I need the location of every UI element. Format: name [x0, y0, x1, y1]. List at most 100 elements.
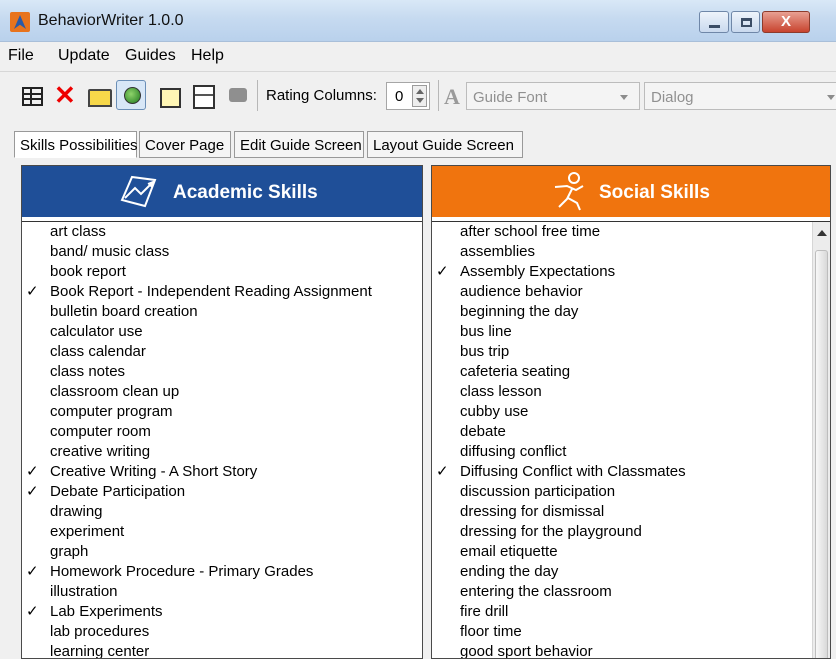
list-item[interactable]: audience behavior — [432, 282, 830, 302]
close-icon: X — [781, 13, 792, 30]
list-item[interactable]: graph — [22, 542, 422, 562]
list-item[interactable]: calculator use — [22, 322, 422, 342]
list-item[interactable]: ✓ Diffusing Conflict with Classmates — [432, 462, 830, 482]
menu-update[interactable]: Update — [58, 47, 110, 65]
delete-icon[interactable]: ✕ — [54, 82, 76, 108]
social-skills-header: Social Skills — [432, 166, 830, 217]
rating-columns-stepper[interactable]: 0 — [386, 82, 430, 110]
social-skills-list[interactable]: after school free time assemblies ✓ Assembl… — [432, 221, 830, 658]
list-item[interactable]: ending the day — [432, 562, 830, 582]
list-item[interactable]: after school free time — [432, 222, 830, 242]
tab-skills-possibilities[interactable]: Skills Possibilities — [14, 131, 138, 158]
list-item[interactable]: ✓ Book Report - Independent Reading Assig… — [22, 282, 422, 302]
scroll-up-icon[interactable] — [817, 230, 827, 236]
tab-layout-guide-screen[interactable]: Layout Guide Screen — [367, 131, 523, 158]
list-item[interactable]: experiment — [22, 522, 422, 542]
spinner-arrows-icon[interactable] — [412, 85, 427, 107]
list-item[interactable]: beginning the day — [432, 302, 830, 322]
list-item[interactable]: cubby use — [432, 402, 830, 422]
list-item-label: bus trip — [460, 343, 510, 360]
menu-guides[interactable]: Guides — [125, 47, 176, 65]
list-item[interactable]: diffusing conflict — [432, 442, 830, 462]
list-item[interactable]: ✓ Homework Procedure - Primary Grades — [22, 562, 422, 582]
list-item-label: Debate Participation — [50, 483, 186, 500]
list-item[interactable]: band/ music class — [22, 242, 422, 262]
list-item[interactable]: floor time — [432, 622, 830, 642]
list-item-label: bus line — [460, 323, 512, 340]
list-item[interactable]: ✓ Creative Writing - A Short Story — [22, 462, 422, 482]
list-item[interactable]: email etiquette — [432, 542, 830, 562]
list-item[interactable]: bus line — [432, 322, 830, 342]
academic-skills-header: Academic Skills — [22, 166, 422, 217]
chevron-down-icon[interactable] — [827, 95, 835, 100]
guide-font-placeholder: Guide Font — [473, 89, 548, 106]
menu-bar: File Update Guides Help — [0, 43, 836, 69]
list-item[interactable]: bulletin board creation — [22, 302, 422, 322]
list-item[interactable]: good sport behavior — [432, 642, 830, 658]
list-item-label: email etiquette — [460, 543, 558, 560]
folder-icon[interactable] — [158, 83, 181, 108]
list-item[interactable]: cafeteria seating — [432, 362, 830, 382]
tab-edit-guide-screen[interactable]: Edit Guide Screen — [234, 131, 364, 158]
close-button[interactable]: X — [762, 11, 810, 33]
open-folder-icon[interactable] — [86, 83, 112, 107]
list-item-label: cafeteria seating — [460, 363, 571, 380]
list-item[interactable]: assemblies — [432, 242, 830, 262]
maximize-icon — [741, 18, 752, 27]
list-item-label: entering the classroom — [460, 583, 612, 600]
list-item-label: lab procedures — [50, 623, 150, 640]
save-icon[interactable] — [191, 83, 215, 109]
list-item[interactable]: bus trip — [432, 342, 830, 362]
list-item[interactable]: ✓ Assembly Expectations — [432, 262, 830, 282]
behaviorwriter-app-icon — [10, 12, 30, 32]
chevron-down-icon[interactable] — [620, 95, 628, 100]
academic-skills-list[interactable]: art class band/ music class book report ✓ Bo… — [22, 221, 422, 658]
list-item[interactable]: entering the classroom — [432, 582, 830, 602]
list-item[interactable]: classroom clean up — [22, 382, 422, 402]
list-item-label: class calendar — [50, 343, 146, 360]
list-item[interactable]: discussion participation — [432, 482, 830, 502]
font-style-select[interactable]: Dialog — [644, 82, 836, 110]
scrollbar-thumb[interactable] — [815, 250, 828, 658]
list-item-label: dressing for the playground — [460, 523, 642, 540]
menu-help[interactable]: Help — [191, 47, 224, 65]
toolbar: ✕ Rating Columns: 0 A Guide Font Dialog — [0, 71, 836, 121]
list-item[interactable]: drawing — [22, 502, 422, 522]
social-skills-scrollbar[interactable] — [812, 222, 830, 658]
list-item[interactable]: ✓ Debate Participation — [22, 482, 422, 502]
list-item-label: beginning the day — [460, 303, 579, 320]
list-item[interactable]: ✓ Lab Experiments — [22, 602, 422, 622]
list-item[interactable]: dressing for the playground — [432, 522, 830, 542]
minimize-button[interactable] — [699, 11, 729, 33]
print-icon[interactable] — [226, 83, 248, 107]
list-item[interactable]: art class — [22, 222, 422, 242]
list-item[interactable]: computer room — [22, 422, 422, 442]
toolbar-separator — [438, 80, 439, 111]
list-item[interactable]: book report — [22, 262, 422, 282]
tab-cover-page[interactable]: Cover Page — [139, 131, 231, 158]
list-item-label: drawing — [50, 503, 103, 520]
list-item[interactable]: dressing for dismissal — [432, 502, 830, 522]
list-item[interactable]: debate — [432, 422, 830, 442]
list-item[interactable]: illustration — [22, 582, 422, 602]
maximize-button[interactable] — [731, 11, 760, 33]
list-item[interactable]: learning center — [22, 642, 422, 658]
list-item[interactable]: class calendar — [22, 342, 422, 362]
list-item[interactable]: class notes — [22, 362, 422, 382]
guide-font-select[interactable]: Guide Font — [466, 82, 640, 110]
list-item[interactable]: lab procedures — [22, 622, 422, 642]
list-item[interactable]: computer program — [22, 402, 422, 422]
list-item-label: discussion participation — [460, 483, 616, 500]
refresh-icon[interactable] — [116, 80, 146, 110]
list-item[interactable]: class lesson — [432, 382, 830, 402]
table-icon[interactable] — [20, 83, 43, 107]
academic-skills-panel: Academic Skills art class band/ music cla… — [21, 165, 423, 659]
list-item-label: calculator use — [50, 323, 143, 340]
menu-file[interactable]: File — [8, 47, 34, 65]
list-item[interactable]: creative writing — [22, 442, 422, 462]
list-item-label: Lab Experiments — [50, 603, 163, 620]
list-item[interactable]: fire drill — [432, 602, 830, 622]
rating-columns-value[interactable]: 0 — [395, 88, 403, 105]
checkmark-icon: ✓ — [26, 603, 39, 620]
academic-graph-icon — [120, 175, 157, 208]
